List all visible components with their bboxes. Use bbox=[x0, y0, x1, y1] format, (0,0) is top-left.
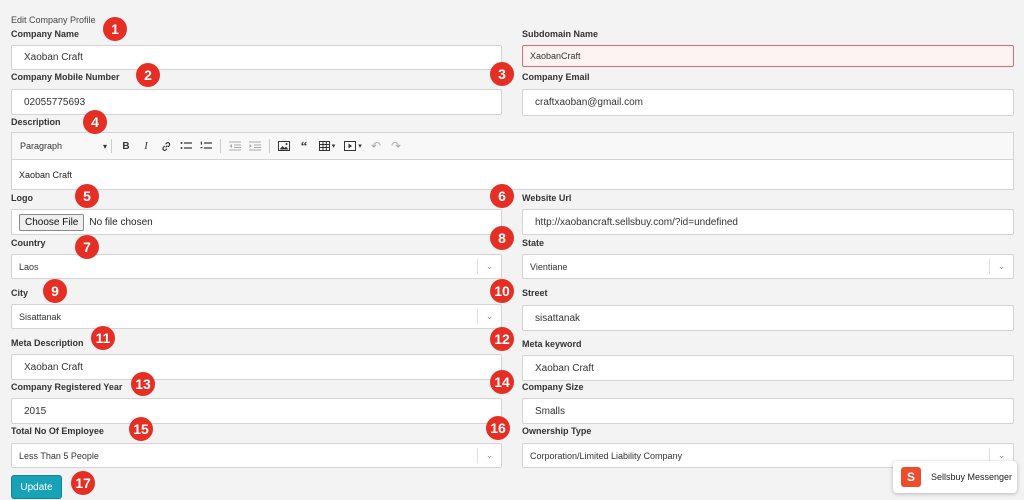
mobile-input[interactable]: 02055775693 bbox=[11, 89, 502, 115]
annotation-badge: 6 bbox=[490, 184, 514, 208]
company-size-input[interactable]: Smalls bbox=[522, 398, 1014, 424]
undo-icon[interactable]: ↶ bbox=[366, 136, 386, 156]
redo-icon[interactable]: ↷ bbox=[386, 136, 406, 156]
annotation-badge: 5 bbox=[75, 184, 99, 208]
street-label: Street bbox=[522, 288, 548, 298]
state-label: State bbox=[522, 238, 545, 248]
annotation-badge: 12 bbox=[490, 327, 514, 351]
annotation-badge: 17 bbox=[71, 471, 95, 495]
file-status: No file chosen bbox=[89, 216, 153, 228]
company-size-label: Company Size bbox=[522, 382, 584, 392]
email-label: Company Email bbox=[522, 72, 590, 82]
annotation-badge: 13 bbox=[131, 372, 155, 396]
toolbar-divider bbox=[111, 139, 112, 153]
country-value: Laos bbox=[19, 261, 39, 272]
mobile-label: Company Mobile Number bbox=[11, 72, 120, 82]
media-icon[interactable]: ▾ bbox=[340, 136, 366, 156]
annotation-badge: 14 bbox=[490, 370, 514, 394]
paragraph-dropdown[interactable]: Paragraph ▾ bbox=[12, 141, 107, 151]
email-input[interactable]: craftxaoban@gmail.com bbox=[522, 89, 1014, 116]
chevron-down-icon: ▾ bbox=[331, 143, 336, 150]
chevron-down-icon: ⌄ bbox=[477, 259, 501, 274]
ownership-value: Corporation/Limited Liability Company bbox=[530, 450, 683, 461]
annotation-badge: 1 bbox=[103, 17, 127, 41]
quote-icon[interactable]: “ bbox=[294, 136, 314, 156]
subdomain-input[interactable]: XaobanCraft bbox=[522, 45, 1014, 67]
annotation-badge: 7 bbox=[75, 235, 99, 259]
bulleted-list-icon[interactable] bbox=[176, 136, 196, 156]
annotation-badge: 8 bbox=[490, 226, 514, 250]
website-input[interactable]: http://xaobancraft.sellsbuy.com/?id=unde… bbox=[522, 209, 1014, 235]
link-icon[interactable] bbox=[156, 136, 176, 156]
annotation-badge: 9 bbox=[43, 279, 67, 303]
numbered-list-icon[interactable] bbox=[196, 136, 216, 156]
city-label: City bbox=[11, 288, 29, 298]
image-icon[interactable] bbox=[274, 136, 294, 156]
employees-select[interactable]: Less Than 5 People ⌄ bbox=[11, 443, 502, 468]
registered-year-input[interactable]: 2015 bbox=[11, 398, 502, 424]
bold-icon[interactable]: B bbox=[116, 136, 136, 156]
meta-keyword-label: Meta keyword bbox=[522, 339, 582, 349]
meta-description-label: Meta Description bbox=[11, 338, 84, 348]
company-name-input[interactable]: Xaoban Craft bbox=[11, 45, 502, 70]
annotation-badge: 3 bbox=[490, 62, 514, 86]
annotation-badge: 11 bbox=[91, 326, 115, 350]
messenger-widget[interactable]: S Sellsbuy Messenger bbox=[893, 461, 1017, 493]
paragraph-label: Paragraph bbox=[20, 141, 63, 151]
city-select[interactable]: Sisattanak ⌄ bbox=[11, 304, 502, 329]
annotation-badge: 10 bbox=[490, 279, 514, 303]
annotation-badge: 16 bbox=[486, 416, 510, 440]
ownership-label: Ownership Type bbox=[522, 426, 592, 436]
toolbar-divider bbox=[269, 139, 270, 153]
messenger-label: Sellsbuy Messenger bbox=[931, 472, 1013, 482]
meta-description-input[interactable]: Xaoban Craft bbox=[11, 354, 502, 380]
italic-icon[interactable]: I bbox=[136, 136, 156, 156]
registered-year-label: Company Registered Year bbox=[11, 382, 123, 392]
logo-file-input[interactable]: Choose File No file chosen bbox=[11, 209, 502, 235]
description-text: Xaoban Craft bbox=[19, 169, 73, 180]
state-select[interactable]: Vientiane ⌄ bbox=[522, 254, 1014, 279]
logo-label: Logo bbox=[11, 193, 33, 203]
employees-label: Total No Of Employee bbox=[11, 426, 104, 436]
chevron-down-icon: ⌄ bbox=[477, 448, 501, 463]
website-label: Website Url bbox=[522, 193, 572, 203]
indent-icon[interactable] bbox=[245, 136, 265, 156]
employees-value: Less Than 5 People bbox=[19, 450, 99, 461]
messenger-bag-icon: S bbox=[901, 467, 921, 487]
street-input[interactable]: sisattanak bbox=[522, 305, 1014, 331]
description-editor[interactable]: Xaoban Craft bbox=[11, 160, 1014, 190]
table-icon[interactable]: ▾ bbox=[314, 136, 340, 156]
chevron-down-icon: ▾ bbox=[102, 141, 107, 151]
city-value: Sisattanak bbox=[19, 311, 62, 322]
editor-toolbar: Paragraph ▾ B I “ ▾ ▾ ↶ ↷ bbox=[11, 132, 1014, 160]
toolbar-divider bbox=[220, 139, 221, 153]
annotation-badge: 4 bbox=[83, 110, 107, 134]
annotation-badge: 15 bbox=[129, 417, 153, 441]
annotation-badge: 2 bbox=[136, 63, 160, 87]
page-title: Edit Company Profile bbox=[11, 15, 96, 25]
meta-keyword-input[interactable]: Xaoban Craft bbox=[522, 355, 1014, 381]
company-name-label: Company Name bbox=[11, 29, 80, 39]
state-value: Vientiane bbox=[530, 261, 568, 272]
chevron-down-icon: ⌄ bbox=[477, 309, 501, 324]
outdent-icon[interactable] bbox=[225, 136, 245, 156]
chevron-down-icon: ▾ bbox=[358, 143, 362, 150]
choose-file-button[interactable]: Choose File bbox=[19, 213, 85, 231]
country-label: Country bbox=[11, 238, 46, 248]
description-label: Description bbox=[11, 117, 61, 127]
chevron-down-icon: ⌄ bbox=[989, 259, 1013, 274]
update-button[interactable]: Update bbox=[11, 475, 62, 499]
subdomain-label: Subdomain Name bbox=[522, 29, 599, 39]
